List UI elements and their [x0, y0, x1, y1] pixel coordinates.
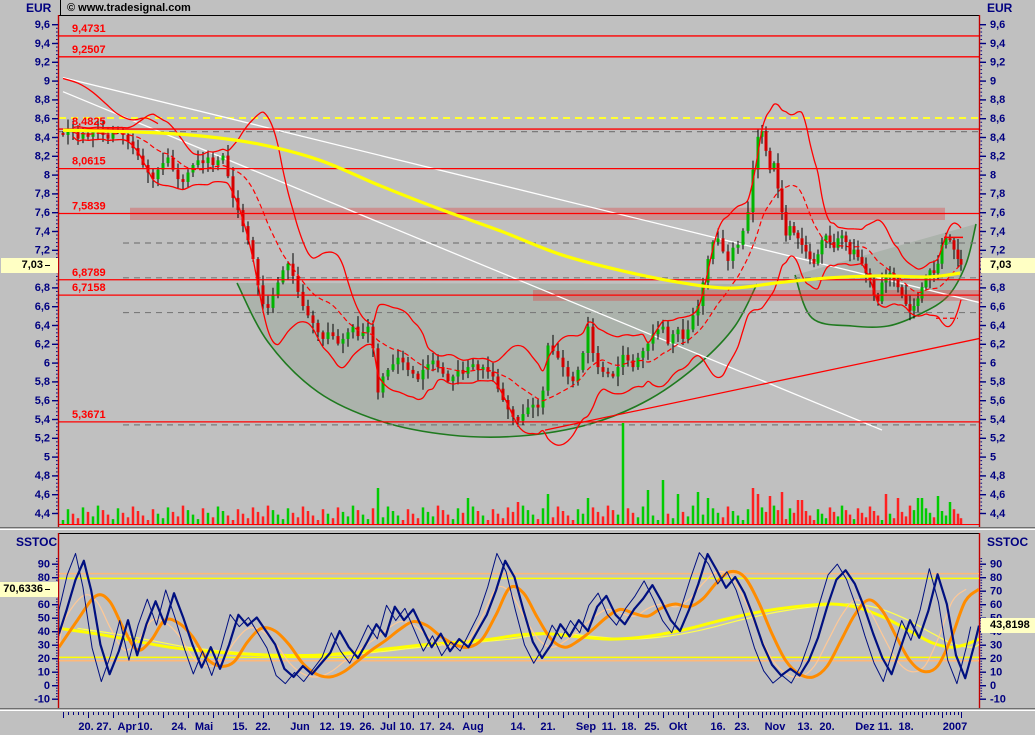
current-price-box-right: 7,03: [981, 258, 1035, 273]
stochastic-value-box-right: 43,8198: [981, 618, 1035, 633]
time-axis[interactable]: [59, 709, 979, 735]
stochastic-plot-area[interactable]: [59, 534, 979, 708]
trading-chart-window: 9,47319,25078,48258,06157,58396,87896,71…: [0, 0, 1035, 735]
stochastic-left-title: SSTOC: [16, 535, 57, 549]
header-divider: [60, 0, 61, 15]
current-price-value: 7,03: [22, 259, 43, 271]
current-price-value-right: 7,03: [990, 259, 1011, 271]
stochastic-right-title: SSTOC: [987, 535, 1028, 549]
stochastic-left-axis[interactable]: [0, 534, 58, 708]
stochastic-value-box-left: 70,6336: [0, 582, 58, 597]
left-axis-title: EUR: [26, 1, 51, 15]
copyright-text: © www.tradesignal.com: [67, 2, 191, 14]
current-price-box-left: 7,03: [1, 258, 58, 273]
price-tick-dash: [45, 265, 50, 266]
stochastic-left-value: 70,6336: [3, 583, 43, 595]
stoch-tick-dash: [45, 589, 50, 590]
chart-svg: 9,47319,25078,48258,06157,58396,87896,71…: [0, 0, 1035, 735]
right-axis-title: EUR: [987, 1, 1012, 15]
stochastic-right-value: 43,8198: [990, 619, 1030, 631]
main-plot-area[interactable]: [59, 16, 979, 527]
